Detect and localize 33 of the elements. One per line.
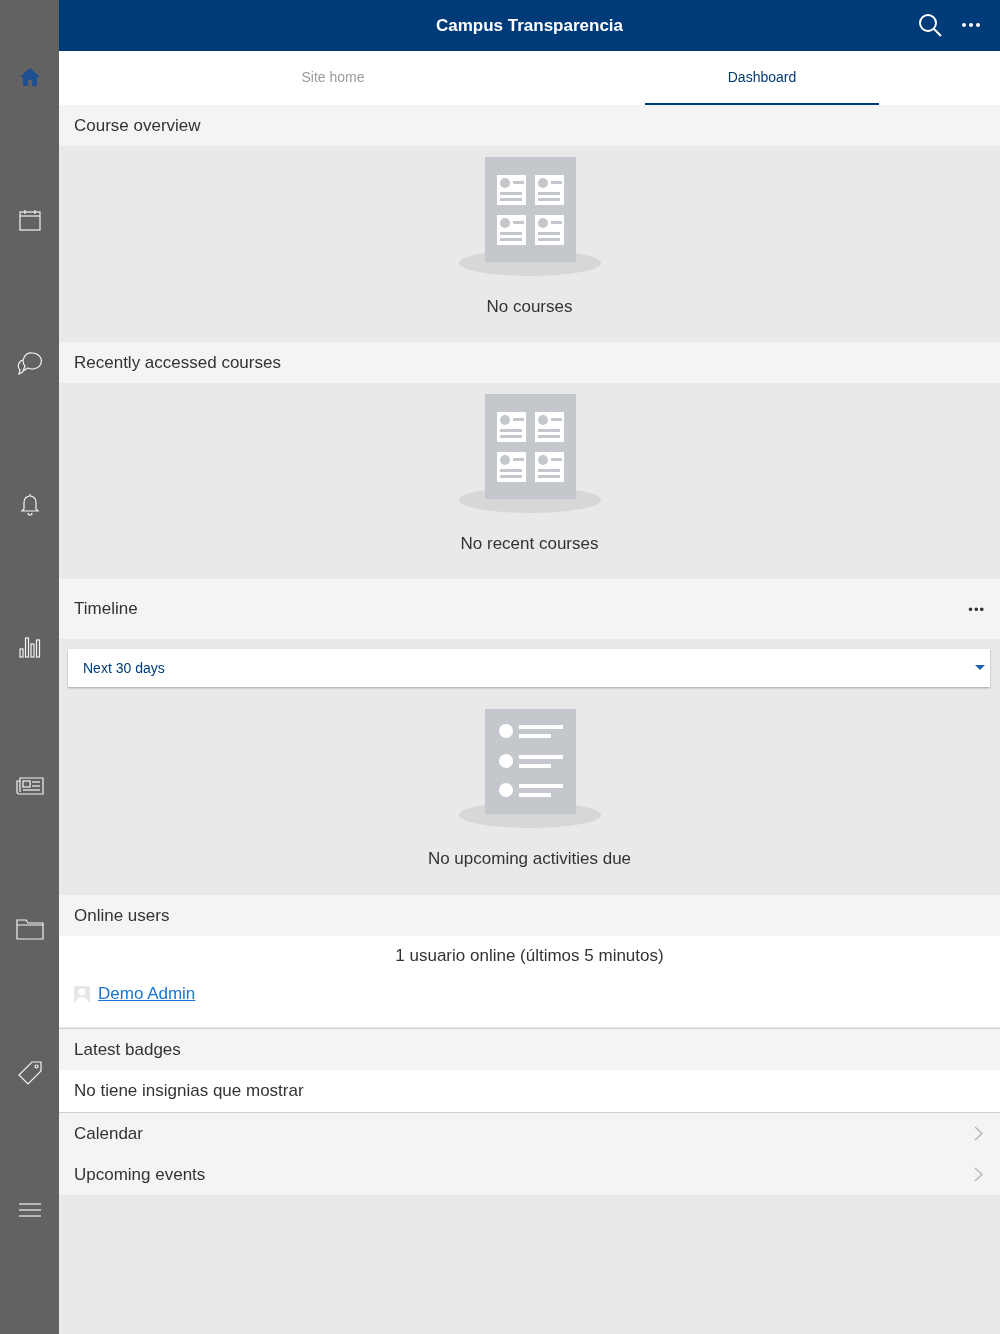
chevron-icon xyxy=(974,1126,983,1141)
online-summary: 1 usuario online (últimos 5 minutos) xyxy=(394,946,665,966)
app-title: Campus Transparencia xyxy=(435,15,624,36)
chat-icon xyxy=(16,350,43,376)
more-button[interactable]: ••• xyxy=(968,601,985,617)
menu-icon xyxy=(17,1202,42,1218)
folder-icon xyxy=(15,918,44,940)
section-link[interactable]: Upcoming events xyxy=(59,1154,1000,1195)
tag-icon xyxy=(16,1060,43,1086)
section-title: Latest badges xyxy=(74,1039,181,1060)
bar-chart-icon xyxy=(17,634,42,658)
empty-message: No courses xyxy=(486,297,573,317)
empty-message: No upcoming activities due xyxy=(427,849,632,869)
more-button[interactable] xyxy=(961,22,981,28)
section-title: Online users xyxy=(74,905,170,926)
caret-icon xyxy=(975,665,985,670)
newspaper-icon xyxy=(15,776,44,796)
avatar-icon xyxy=(74,986,90,1002)
search-button[interactable] xyxy=(918,13,942,37)
section-link[interactable]: Calendar xyxy=(59,1113,1000,1154)
calendar-icon xyxy=(17,208,42,232)
section-title: Recently accessed courses xyxy=(74,352,281,373)
more-icon xyxy=(961,22,981,28)
search-icon xyxy=(918,13,942,37)
bell-icon xyxy=(18,492,41,516)
user-link[interactable]: Demo Admin xyxy=(98,984,196,1004)
empty-message: No recent courses xyxy=(460,534,599,554)
badges-message: No tiene insignias que mostrar xyxy=(74,1081,304,1101)
home-icon xyxy=(18,66,41,88)
section-title: Course overview xyxy=(74,115,201,136)
section-title: Timeline xyxy=(74,599,138,619)
filter-dropdown[interactable]: Next 30 days xyxy=(68,649,990,687)
chevron-icon xyxy=(974,1167,983,1182)
